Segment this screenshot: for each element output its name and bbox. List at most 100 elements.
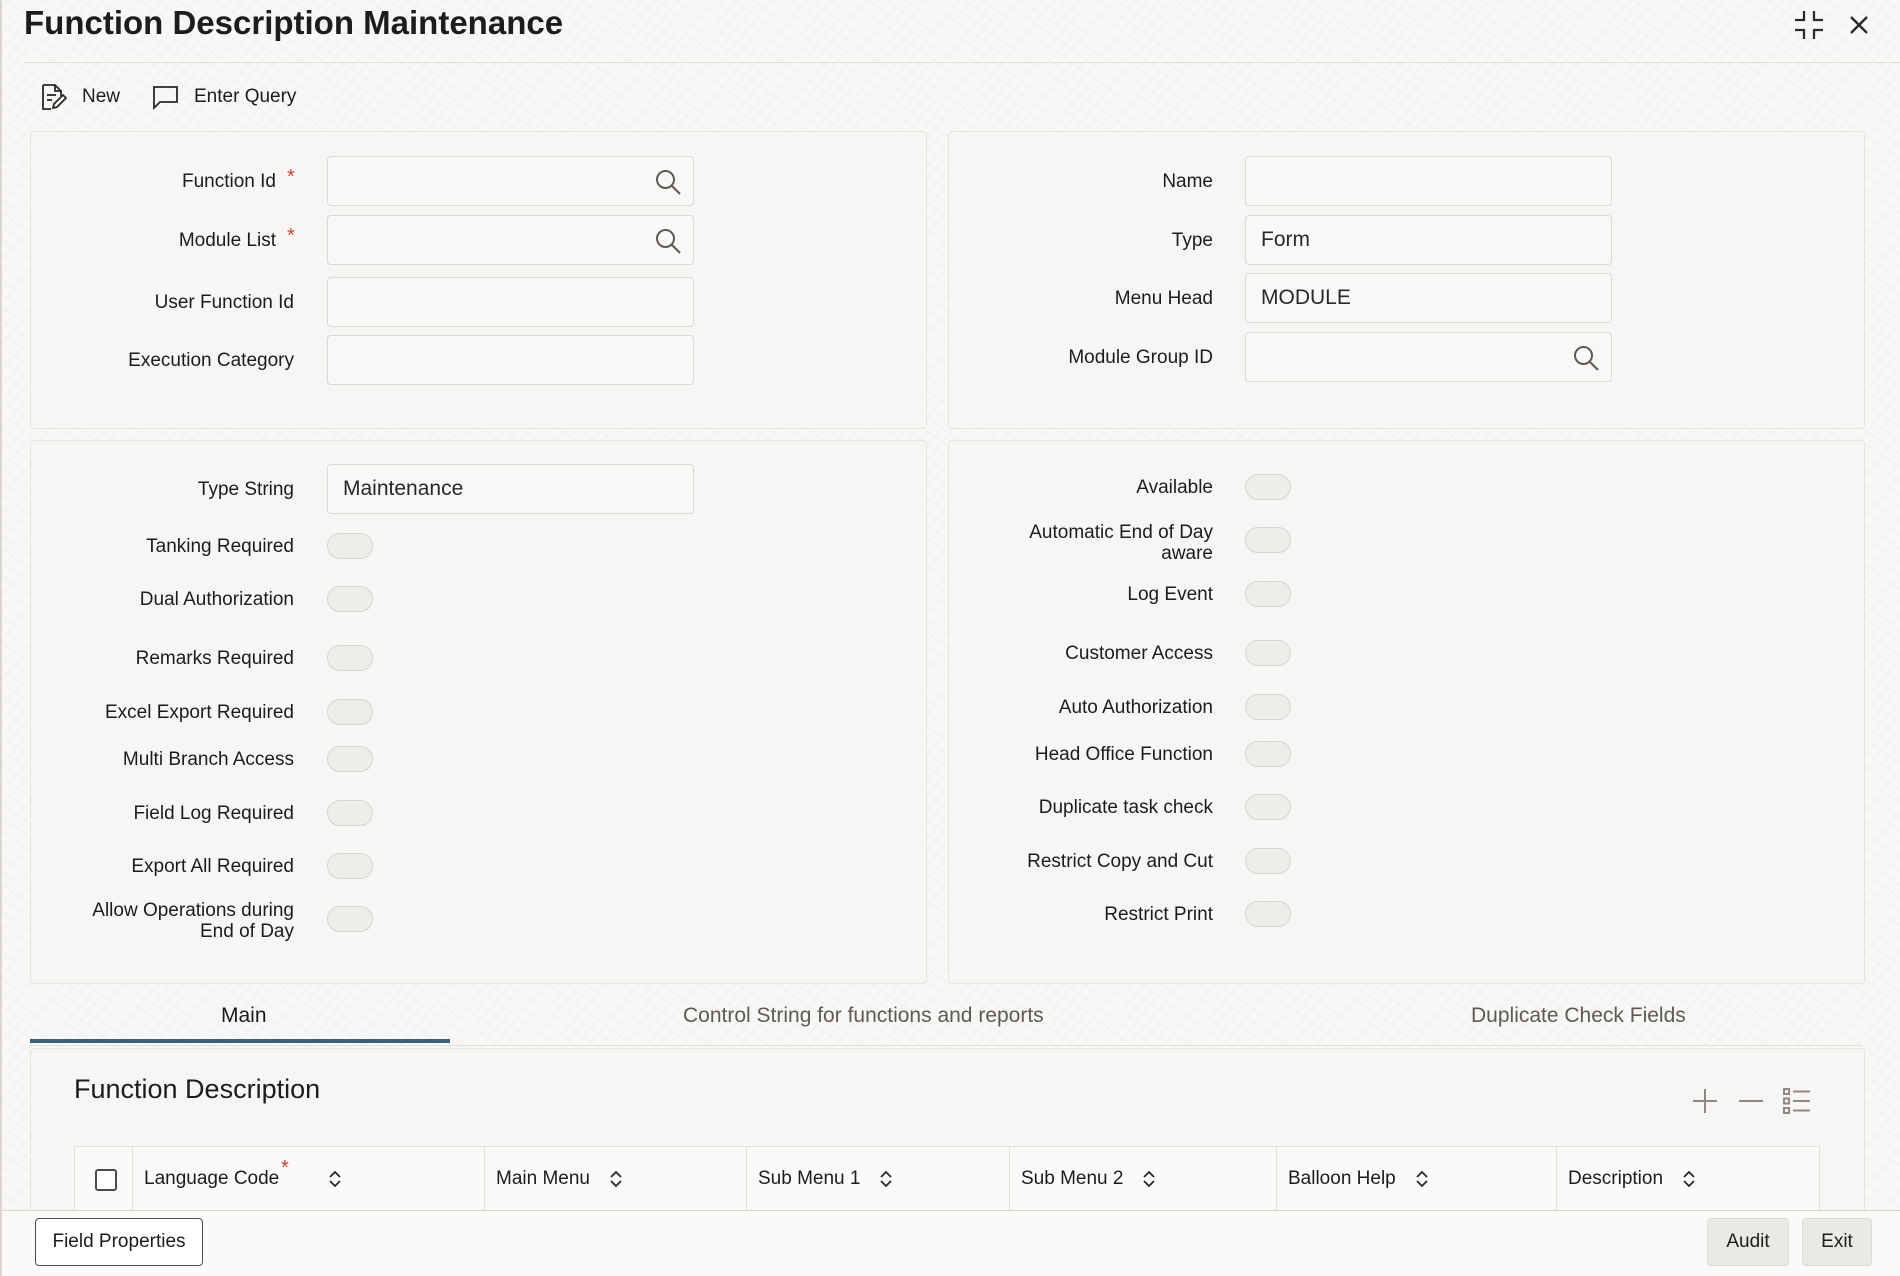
type-field[interactable]: Form bbox=[1245, 215, 1612, 265]
function-description-title: Function Description bbox=[74, 1074, 321, 1104]
excel-export-required-label: Excel Export Required bbox=[104, 702, 294, 723]
menu-head-value: MODULE bbox=[1261, 286, 1351, 309]
column-description-label: Description bbox=[1568, 1168, 1664, 1189]
sort-icon[interactable] bbox=[1681, 1170, 1697, 1188]
module-group-id-label: Module Group ID bbox=[1068, 347, 1213, 368]
type-string-value: Maintenance bbox=[343, 477, 464, 500]
module-list-label: Module List bbox=[178, 230, 276, 251]
head-office-function-toggle[interactable] bbox=[1245, 741, 1291, 767]
language-code-required-marker: * bbox=[281, 1157, 289, 1179]
close-icon[interactable] bbox=[1842, 8, 1876, 42]
dual-authorization-toggle[interactable] bbox=[327, 586, 373, 612]
sort-icon[interactable] bbox=[608, 1170, 624, 1188]
search-icon[interactable] bbox=[653, 167, 683, 197]
search-icon[interactable] bbox=[653, 226, 683, 256]
allow-operations-eod-label: Allow Operations during End of Day bbox=[92, 900, 294, 942]
execution-category-label: Execution Category bbox=[128, 350, 294, 371]
field-log-required-label: Field Log Required bbox=[133, 803, 294, 824]
column-sub-menu-1-label: Sub Menu 1 bbox=[758, 1168, 861, 1189]
sort-icon[interactable] bbox=[1141, 1170, 1157, 1188]
sort-icon[interactable] bbox=[1414, 1170, 1430, 1188]
select-all-checkbox[interactable] bbox=[95, 1169, 117, 1191]
tab-main[interactable]: Main bbox=[221, 1004, 267, 1028]
new-button[interactable]: New bbox=[38, 80, 120, 114]
name-field[interactable] bbox=[1245, 156, 1612, 206]
column-sub-menu-2-label: Sub Menu 2 bbox=[1021, 1168, 1124, 1189]
column-description[interactable]: Description bbox=[1556, 1147, 1819, 1211]
allow-operations-eod-label-line2: End of Day bbox=[200, 921, 294, 942]
automatic-eod-aware-label: Automatic End of Day aware bbox=[1029, 522, 1213, 564]
title-divider bbox=[24, 62, 1900, 63]
column-language-code[interactable]: Language Code * bbox=[132, 1147, 484, 1211]
function-id-field[interactable] bbox=[327, 156, 694, 206]
log-event-label: Log Event bbox=[1127, 584, 1213, 605]
restore-window-icon[interactable] bbox=[1792, 8, 1826, 42]
remove-row-icon[interactable] bbox=[1735, 1085, 1767, 1117]
execution-category-field[interactable] bbox=[327, 335, 694, 385]
menu-head-field[interactable]: MODULE bbox=[1245, 273, 1612, 323]
function-id-required-marker: * bbox=[287, 166, 295, 188]
duplicate-task-check-label: Duplicate task check bbox=[1038, 797, 1213, 818]
automatic-eod-aware-label-line2: aware bbox=[1161, 543, 1213, 564]
function-description-maintenance-window: Function Description Maintenance New Ent… bbox=[0, 0, 1900, 1276]
search-icon[interactable] bbox=[1571, 343, 1601, 373]
module-list-field[interactable] bbox=[327, 215, 694, 265]
tanking-required-toggle[interactable] bbox=[327, 533, 373, 559]
module-group-id-field[interactable] bbox=[1245, 332, 1612, 382]
enter-query-label: Enter Query bbox=[194, 86, 297, 107]
function-description-table-header: Language Code * Main Menu Sub Menu 1 Sub… bbox=[74, 1146, 1820, 1211]
type-string-field[interactable]: Maintenance bbox=[327, 464, 694, 514]
auto-authorization-toggle[interactable] bbox=[1245, 694, 1291, 720]
audit-button[interactable]: Audit bbox=[1707, 1218, 1789, 1266]
enter-query-button[interactable]: Enter Query bbox=[150, 80, 296, 114]
multi-branch-access-toggle[interactable] bbox=[327, 746, 373, 772]
column-balloon-help[interactable]: Balloon Help bbox=[1276, 1147, 1556, 1211]
column-language-code-label: Language Code bbox=[144, 1168, 280, 1189]
footer-bar bbox=[2, 1210, 1900, 1276]
export-all-required-toggle[interactable] bbox=[327, 853, 373, 879]
column-main-menu[interactable]: Main Menu bbox=[484, 1147, 746, 1211]
sort-icon[interactable] bbox=[327, 1170, 343, 1188]
field-properties-button[interactable]: Field Properties bbox=[35, 1218, 203, 1266]
log-event-toggle[interactable] bbox=[1245, 581, 1291, 607]
user-function-id-label: User Function Id bbox=[154, 292, 294, 313]
name-label: Name bbox=[1162, 171, 1213, 192]
allow-operations-eod-label-line1: Allow Operations during bbox=[92, 900, 294, 921]
message-query-icon bbox=[153, 86, 178, 111]
type-label: Type bbox=[1171, 230, 1213, 251]
user-function-id-field[interactable] bbox=[327, 277, 694, 327]
automatic-eod-aware-label-line1: Automatic End of Day bbox=[1029, 522, 1213, 543]
auto-authorization-label: Auto Authorization bbox=[1058, 697, 1213, 718]
page-title: Function Description Maintenance bbox=[24, 4, 564, 41]
allow-operations-eod-toggle[interactable] bbox=[327, 906, 373, 932]
tab-control-string[interactable]: Control String for functions and reports bbox=[683, 1004, 1044, 1028]
restrict-print-label: Restrict Print bbox=[1104, 904, 1213, 925]
add-row-icon[interactable] bbox=[1689, 1085, 1721, 1117]
list-view-icon[interactable] bbox=[1781, 1085, 1813, 1117]
excel-export-required-toggle[interactable] bbox=[327, 699, 373, 725]
module-list-required-marker: * bbox=[287, 225, 295, 247]
tab-duplicate-check-fields[interactable]: Duplicate Check Fields bbox=[1471, 1004, 1686, 1028]
automatic-eod-aware-toggle[interactable] bbox=[1245, 527, 1291, 553]
sort-icon[interactable] bbox=[878, 1170, 894, 1188]
column-sub-menu-2[interactable]: Sub Menu 2 bbox=[1009, 1147, 1276, 1211]
column-balloon-help-label: Balloon Help bbox=[1288, 1168, 1396, 1189]
active-tab-indicator bbox=[30, 1039, 450, 1043]
tab-divider bbox=[30, 1045, 1862, 1046]
field-log-required-toggle[interactable] bbox=[327, 800, 373, 826]
exit-button[interactable]: Exit bbox=[1802, 1218, 1872, 1266]
function-id-label: Function Id bbox=[182, 171, 276, 192]
new-label: New bbox=[82, 86, 121, 107]
column-main-menu-label: Main Menu bbox=[496, 1168, 590, 1189]
remarks-required-toggle[interactable] bbox=[327, 645, 373, 671]
duplicate-task-check-toggle[interactable] bbox=[1245, 794, 1291, 820]
column-sub-menu-1[interactable]: Sub Menu 1 bbox=[746, 1147, 1009, 1211]
multi-branch-access-label: Multi Branch Access bbox=[122, 749, 294, 770]
head-office-function-label: Head Office Function bbox=[1034, 744, 1213, 765]
menu-head-label: Menu Head bbox=[1114, 288, 1213, 309]
customer-access-toggle[interactable] bbox=[1245, 640, 1291, 666]
available-toggle[interactable] bbox=[1245, 474, 1291, 500]
restrict-print-toggle[interactable] bbox=[1245, 901, 1291, 927]
tanking-required-label: Tanking Required bbox=[146, 536, 294, 557]
restrict-copy-cut-toggle[interactable] bbox=[1245, 848, 1291, 874]
